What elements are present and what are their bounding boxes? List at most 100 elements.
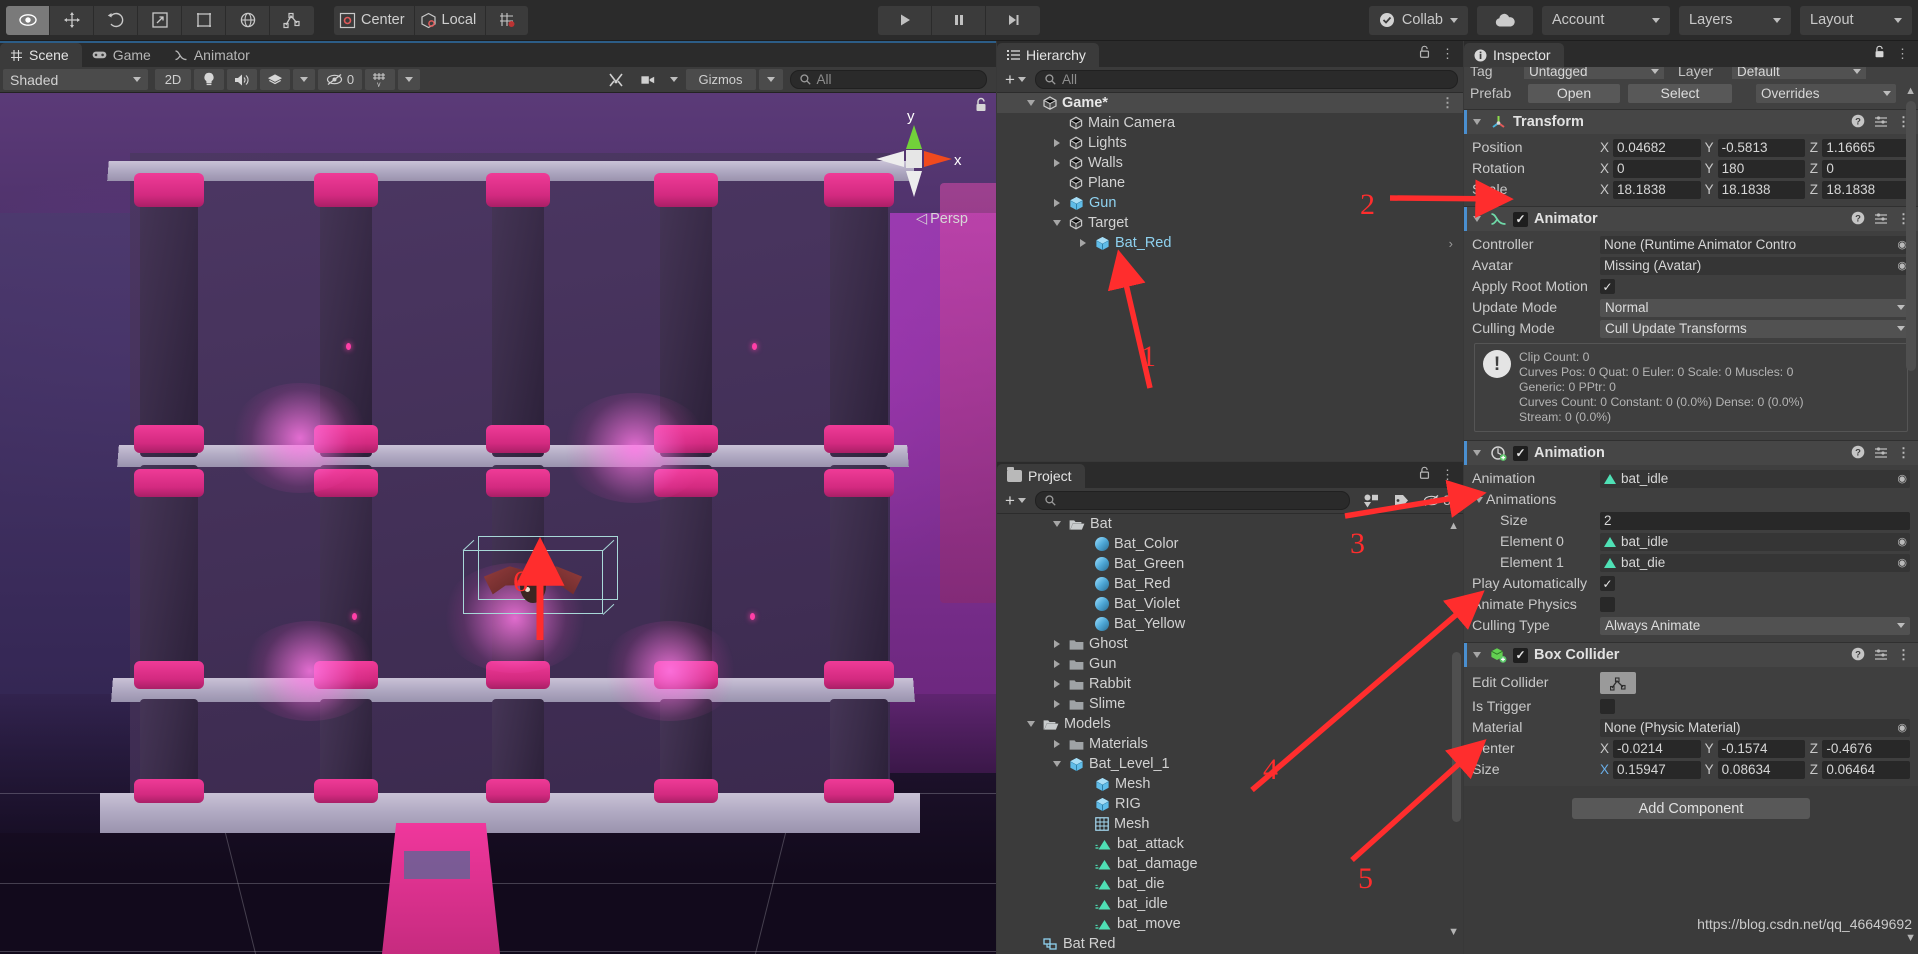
project-item-mesh[interactable]: Mesh [997,814,1463,834]
step-button[interactable] [986,5,1040,35]
component-foldout-twisty[interactable] [1470,652,1484,658]
project-item-rig[interactable]: RIG [997,794,1463,814]
tree-twisty[interactable] [1050,199,1064,207]
project-item-bat-die[interactable]: bat_die [997,874,1463,894]
tab-inspector[interactable]: Inspector [1464,43,1564,67]
tree-twisty[interactable] [1050,139,1064,147]
object-picker-icon[interactable]: ◉ [1897,721,1907,734]
tree-twisty[interactable] [1050,640,1064,648]
hierarchy-item-main-camera[interactable]: Main Camera [997,113,1463,133]
2d-toggle-button[interactable]: 2D [155,69,191,90]
project-item-bat-color[interactable]: Bat_Color [997,534,1463,554]
tree-twisty[interactable] [1050,159,1064,167]
component-enable-checkbox[interactable]: ✓ [1513,211,1528,227]
audio-toggle-button[interactable] [227,69,257,90]
object-picker-icon[interactable]: ◉ [1897,535,1907,548]
scene-search-input[interactable]: All [789,70,987,89]
tab-project[interactable]: Project [997,464,1085,488]
scene-projection-label[interactable]: ◁ Persp [916,211,968,227]
fx-dropdown-button[interactable] [293,69,315,90]
hierarchy-item-target[interactable]: Target [997,213,1463,233]
transform-tool-button[interactable] [226,5,270,35]
grid-visibility-button[interactable]: y [365,69,395,90]
hierarchy-item-game-[interactable]: Game* ⋮ [997,93,1463,113]
component-enable-checkbox[interactable]: ✓ [1513,647,1528,663]
tree-twisty[interactable] [1050,680,1064,688]
tree-twisty[interactable] [1050,700,1064,708]
bat-model[interactable] [490,565,576,605]
field-x-input[interactable]: 0.04682 [1613,138,1701,157]
scene-camera-dropdown[interactable] [665,69,683,90]
tab-hierarchy[interactable]: Hierarchy [997,43,1099,67]
component-foldout-twisty[interactable] [1470,119,1484,125]
project-item-bat-yellow[interactable]: Bat_Yellow [997,614,1463,634]
help-icon[interactable]: ? [1851,211,1865,228]
add-component-button[interactable]: Add Component [1572,798,1810,819]
scale-tool-button[interactable] [138,5,182,35]
tree-twisty[interactable] [1050,220,1064,226]
scene-viewport[interactable]: y x ◁ Persp [0,93,996,954]
cloud-button[interactable] [1477,5,1533,35]
project-item-bat-green[interactable]: Bat_Green [997,554,1463,574]
preset-icon[interactable] [1874,114,1888,131]
scene-camera-button[interactable] [634,69,662,90]
preset-icon[interactable] [1874,445,1888,462]
field-dropdown[interactable]: Always Animate [1600,616,1910,635]
field-checkbox[interactable]: ✓ [1600,279,1615,294]
component-menu-icon[interactable]: ⋮ [1897,445,1910,461]
project-search-input[interactable] [1034,491,1350,510]
hand-tool-button[interactable] [6,5,50,35]
scene-tools-button[interactable] [601,69,631,90]
hierarchy-lock-icon[interactable] [1418,45,1431,62]
tab-animator[interactable]: Animator [164,43,263,67]
project-item-materials[interactable]: Materials [997,734,1463,754]
field-z-input[interactable]: 0.06464 [1822,760,1911,779]
help-icon[interactable]: ? [1851,114,1865,131]
project-create-button[interactable]: + [1002,491,1029,511]
field-foldout-twisty[interactable] [1472,496,1486,503]
move-tool-button[interactable] [50,5,94,35]
edit-collider-button[interactable] [1600,672,1636,694]
project-item-gun[interactable]: Gun [997,654,1463,674]
hierarchy-search-input[interactable]: All [1034,70,1458,89]
scene-lock-icon[interactable] [974,97,988,116]
draw-mode-dropdown[interactable]: Shaded [3,69,148,90]
field-z-input[interactable]: 1.16665 [1822,138,1911,157]
project-filter-label-button[interactable] [1386,490,1416,511]
hierarchy-item-walls[interactable]: Walls [997,153,1463,173]
rect-tool-button[interactable] [182,5,226,35]
hierarchy-row-menu-icon[interactable]: ⋮ [1441,95,1455,111]
project-item-ghost[interactable]: Ghost [997,634,1463,654]
prefab-overrides-dropdown[interactable]: Overrides [1756,83,1896,103]
object-field[interactable]: Missing (Avatar) ◉ [1600,256,1910,275]
field-z-input[interactable]: 0 [1822,159,1911,178]
field-dropdown[interactable]: Cull Update Transforms [1600,319,1910,338]
component-enable-checkbox[interactable]: ✓ [1513,445,1528,461]
gizmos-button[interactable]: Gizmos [685,69,756,90]
project-item-bat-attack[interactable]: bat_attack [997,834,1463,854]
tree-twisty[interactable] [1024,721,1038,727]
object-field[interactable]: bat_die ◉ [1600,553,1910,572]
gizmos-dropdown[interactable] [758,69,783,90]
preset-icon[interactable] [1874,647,1888,664]
hierarchy-menu-icon[interactable]: ⋮ [1441,46,1455,62]
component-header[interactable]: ✓ Box Collider? ⋮ [1464,643,1918,667]
hierarchy-row-chevron-icon[interactable]: › [1449,236,1453,251]
space-mode-button[interactable]: Local [414,5,487,35]
project-item-bat-violet[interactable]: Bat_Violet [997,594,1463,614]
field-x-input[interactable]: 0 [1613,159,1701,178]
hidden-objects-button[interactable]: 0 [318,69,362,90]
field-z-input[interactable]: -0.4676 [1822,739,1911,758]
rotate-tool-button[interactable] [94,5,138,35]
field-y-input[interactable]: 0.08634 [1717,760,1806,779]
grid-snap-button[interactable] [486,5,529,35]
hierarchy-item-bat-red[interactable]: Bat_Red › [997,233,1463,253]
help-icon[interactable]: ? [1851,445,1865,462]
tree-twisty[interactable] [1076,239,1090,247]
field-checkbox[interactable] [1600,597,1615,612]
layer-dropdown[interactable]: Default [1732,67,1866,79]
project-scroll-up-arrow[interactable]: ▲ [1448,520,1459,532]
project-lock-icon[interactable] [1418,466,1431,483]
prefab-open-button[interactable]: Open [1528,83,1620,103]
field-y-input[interactable]: 180 [1717,159,1806,178]
